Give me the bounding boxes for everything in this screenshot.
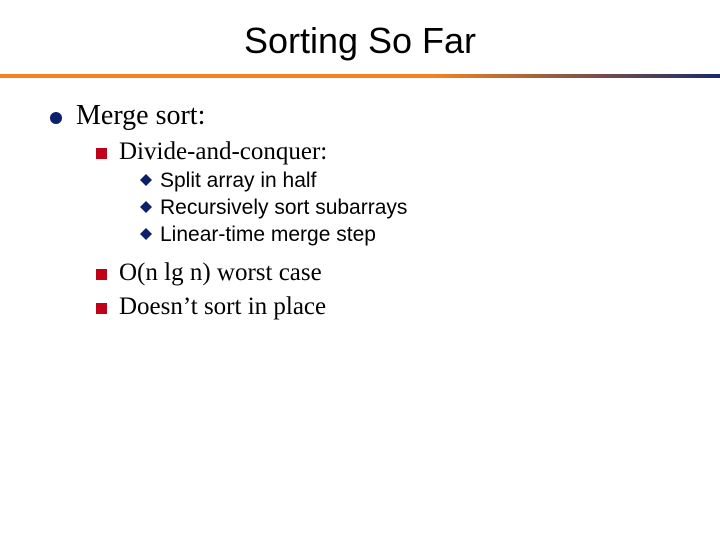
list-item: O(n lg n) worst case [96,259,680,287]
lvl2-label: O(n lg n) worst case [119,259,322,287]
lvl2-label: Divide-and-conquer: [119,138,327,166]
lvl3-label: Split array in half [160,169,316,193]
list-item: Split array in half [140,169,680,193]
slide-body: Merge sort: Divide-and-conquer: Split ar… [0,78,720,321]
square-bullet-icon [96,269,107,280]
list-item: Recursively sort subarrays [140,196,680,220]
circle-bullet-icon [50,112,62,124]
list-item: Doesn’t sort in place [96,293,680,321]
slide-title: Sorting So Far [0,0,720,74]
diamond-bullet-icon [140,228,152,240]
lvl3-label: Linear-time merge step [160,223,376,247]
list-item: Merge sort: [50,100,680,132]
list-item: Divide-and-conquer: [96,138,680,166]
list-item: Linear-time merge step [140,223,680,247]
lvl2-label: Doesn’t sort in place [119,293,326,321]
square-bullet-icon [96,148,107,159]
diamond-bullet-icon [140,201,152,213]
lvl3-label: Recursively sort subarrays [160,196,407,220]
slide: Sorting So Far Merge sort: Divide-and-co… [0,0,720,540]
lvl1-label: Merge sort: [76,100,205,132]
lvl2-group: Divide-and-conquer: Split array in half … [50,138,680,321]
diamond-bullet-icon [140,174,152,186]
lvl3-group: Split array in half Recursively sort sub… [96,169,680,247]
square-bullet-icon [96,303,107,314]
